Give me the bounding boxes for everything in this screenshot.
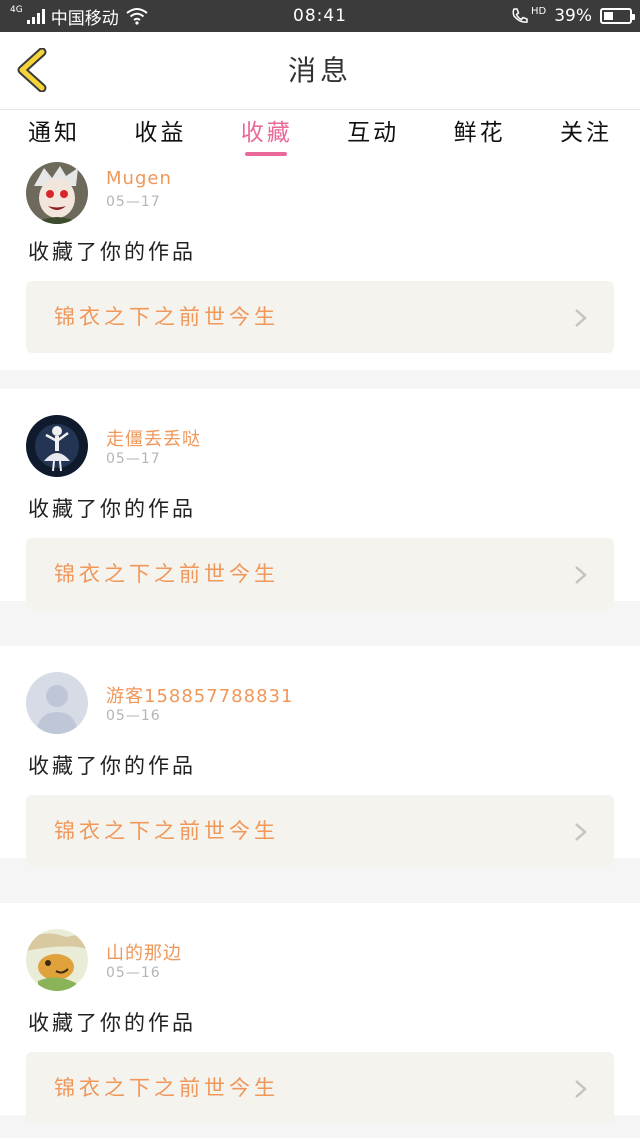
username[interactable]: 游客158857788831 [106, 682, 293, 708]
date: 05—16 [106, 708, 161, 724]
battery-icon [600, 8, 635, 24]
work-title: 锦衣之下之前世今生 [54, 562, 279, 586]
username[interactable]: 走僵丢丢哒 [106, 425, 201, 451]
action-text: 收藏了你的作品 [28, 754, 196, 778]
work-link[interactable]: 锦衣之下之前世今生 [26, 281, 614, 353]
page-title: 消息 [287, 54, 352, 87]
username[interactable]: 山的那边 [106, 939, 182, 965]
hd-label: HD [530, 5, 547, 17]
date: 05—17 [106, 194, 161, 210]
list-item: 山的那边 05—16 收藏了你的作品 锦衣之下之前世今生 [0, 903, 640, 1124]
hd-call-icon [512, 8, 528, 23]
battery-fill [604, 12, 614, 20]
dancer-avatar[interactable] [26, 415, 88, 477]
work-link[interactable]: 锦衣之下之前世今生 [26, 1052, 614, 1124]
tab-follows[interactable]: 关注 [560, 110, 612, 158]
action-text: 收藏了你的作品 [28, 240, 196, 264]
chevron-right-icon [575, 309, 587, 327]
default-user-avatar[interactable] [26, 672, 88, 734]
status-right: HD 39% [511, 0, 635, 32]
status-bar: 4G 中国移动 08:41 HD 39% [0, 0, 640, 32]
tab-earnings[interactable]: 收益 [134, 110, 186, 158]
header: 消息 [0, 32, 640, 110]
tab-interactions[interactable]: 互动 [347, 110, 399, 158]
chevron-right-icon [575, 823, 587, 841]
anime-avatar[interactable] [26, 162, 88, 224]
cartoon-avatar[interactable] [26, 929, 88, 991]
list-item: 游客158857788831 05—16 收藏了你的作品 锦衣之下之前世今生 [0, 646, 640, 867]
battery-percent: 39% [554, 6, 592, 26]
tab-flowers[interactable]: 鲜花 [454, 110, 506, 158]
list-item: Mugen 05—17 收藏了你的作品 锦衣之下之前世今生 [0, 158, 640, 370]
date: 05—16 [106, 965, 161, 981]
work-title: 锦衣之下之前世今生 [54, 305, 279, 329]
work-title: 锦衣之下之前世今生 [54, 1076, 279, 1100]
chevron-right-icon [575, 1080, 587, 1098]
date: 05—17 [106, 451, 161, 467]
tab-bar: 通知 收益 收藏 互动 鲜花 关注 [0, 110, 640, 158]
tab-favorites[interactable]: 收藏 [241, 110, 293, 158]
tab-notifications[interactable]: 通知 [28, 110, 80, 158]
work-link[interactable]: 锦衣之下之前世今生 [26, 538, 614, 610]
action-text: 收藏了你的作品 [28, 1011, 196, 1035]
list-item: 走僵丢丢哒 05—17 收藏了你的作品 锦衣之下之前世今生 [0, 389, 640, 610]
action-text: 收藏了你的作品 [28, 497, 196, 521]
work-title: 锦衣之下之前世今生 [54, 819, 279, 843]
username[interactable]: Mugen [106, 168, 172, 189]
work-link[interactable]: 锦衣之下之前世今生 [26, 795, 614, 867]
chevron-right-icon [575, 566, 587, 584]
